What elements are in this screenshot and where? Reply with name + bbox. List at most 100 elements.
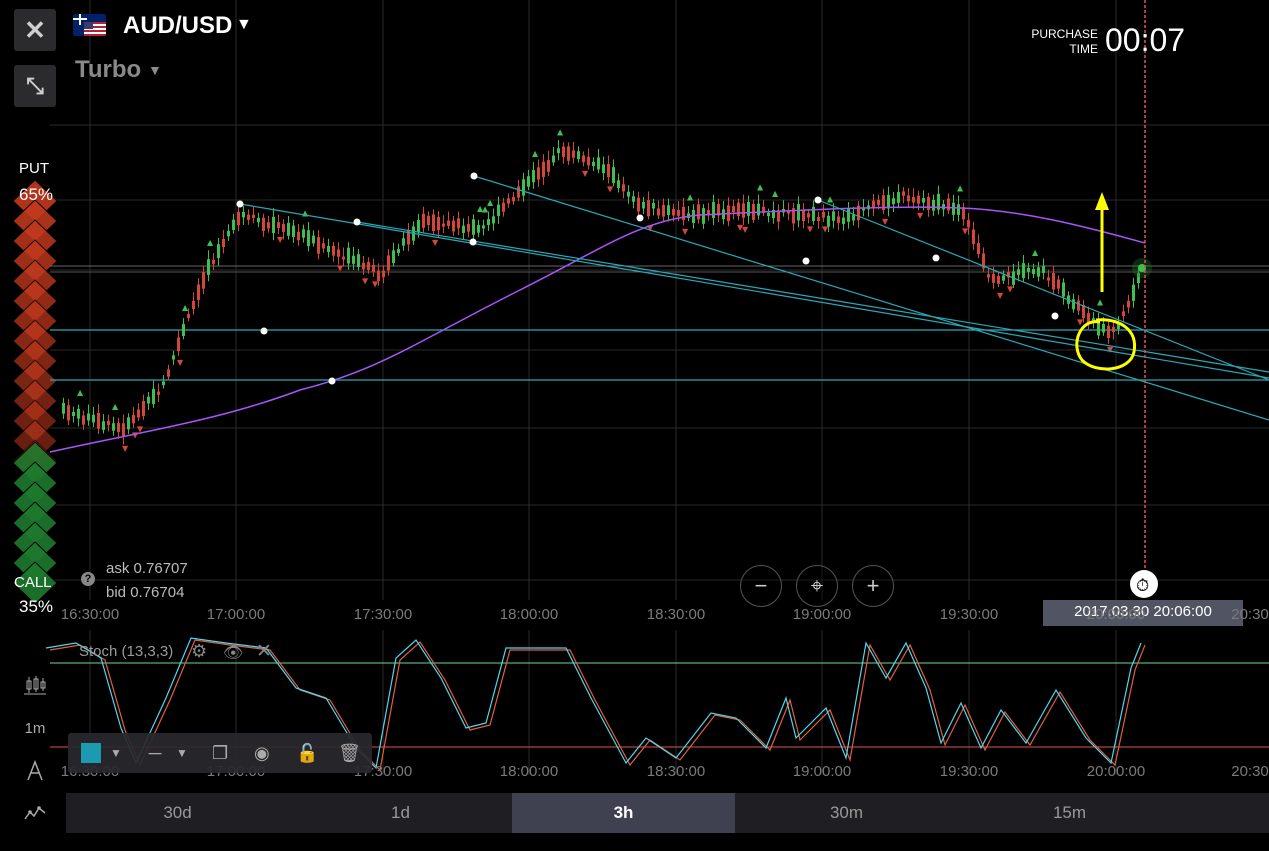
main-axis-time-label: 20:30 (1231, 606, 1269, 623)
period-selector: 30d 1d 3h 30m 15m (66, 793, 1269, 833)
candle (802, 209, 805, 222)
candle (1077, 300, 1080, 311)
unlock-icon[interactable]: 🔓 (296, 741, 318, 765)
candle (917, 195, 920, 204)
asset-pair-title[interactable]: AUD/USD (123, 12, 232, 40)
fractal-marker: ▲ (827, 195, 834, 204)
candle (912, 196, 915, 203)
candle (1047, 277, 1050, 281)
candle (212, 259, 215, 264)
candle (837, 216, 840, 223)
candle (602, 164, 605, 174)
fractal-marker: ▲ (487, 198, 494, 207)
copy-icon[interactable]: ❐ (212, 741, 228, 765)
close-icon[interactable]: ✕ (256, 640, 272, 663)
drawing-tools-icon[interactable] (20, 756, 50, 786)
indicators-icon[interactable] (20, 798, 50, 828)
trend-line-anchor (802, 257, 810, 265)
period-tab-1d[interactable]: 1d (289, 793, 512, 833)
candle (672, 209, 675, 216)
candle (567, 146, 570, 161)
candle-interval-button[interactable]: 1m (20, 713, 50, 743)
chevron-down-icon[interactable]: ▼ (236, 16, 252, 34)
candle (262, 217, 265, 232)
line-color-swatch[interactable] (81, 743, 101, 763)
candle (147, 396, 150, 404)
candle (182, 323, 185, 336)
chevron-down-icon[interactable]: ▼ (176, 741, 188, 765)
candlestick-type-icon[interactable] (20, 670, 50, 700)
stoch-axis-time-label: 18:00:00 (499, 763, 559, 780)
candle (452, 220, 455, 232)
candle (392, 250, 395, 264)
recenter-button[interactable]: ⌖ (796, 565, 838, 607)
aud-usd-flag-icon (73, 14, 106, 36)
candle (767, 212, 770, 217)
close-button[interactable]: ✕ (14, 9, 56, 51)
help-icon[interactable]: ? (81, 572, 95, 586)
candle (322, 243, 325, 249)
eye-icon[interactable]: ◉ (254, 741, 270, 765)
eye-icon[interactable]: 👁 (223, 643, 243, 663)
period-tab-15m[interactable]: 15m (958, 793, 1181, 833)
candle (562, 146, 565, 158)
candle (237, 211, 240, 226)
period-tab-30d[interactable]: 30d (66, 793, 289, 833)
candle (1122, 311, 1125, 317)
candle (282, 223, 285, 232)
fractal-marker: ▼ (882, 217, 889, 226)
candle (297, 231, 300, 241)
candle (177, 337, 180, 352)
candle (102, 421, 105, 430)
candle (292, 225, 295, 238)
candle (472, 219, 475, 235)
line-style-icon[interactable]: ─ (146, 741, 164, 765)
minus-icon: − (754, 573, 768, 598)
candle (357, 254, 360, 268)
stoch-axis-time-label: 20:30 (1231, 763, 1269, 780)
candle (152, 388, 155, 404)
candle (642, 201, 645, 209)
candle (547, 159, 550, 172)
zoom-in-button[interactable]: + (852, 565, 894, 607)
candle (1032, 269, 1035, 275)
candle (557, 148, 560, 154)
zoom-out-button[interactable]: − (740, 565, 782, 607)
candle (227, 230, 230, 237)
candle (1057, 279, 1060, 289)
candle (622, 184, 625, 192)
fractal-marker: ▼ (807, 224, 814, 233)
collapse-button[interactable]: ⤡ (14, 65, 56, 107)
candle (887, 194, 890, 209)
trend-line-anchor (353, 218, 361, 226)
fractal-marker: ▲ (182, 303, 189, 312)
candle (87, 413, 90, 421)
purchase-time-label: PURCHASE TIME (1031, 27, 1098, 56)
main-axis-time-label: 16:30:00 (60, 606, 120, 623)
candle (467, 224, 470, 232)
fractal-marker: ▲ (532, 149, 539, 158)
option-mode-selector[interactable]: Turbo (75, 56, 141, 84)
chevron-down-icon[interactable]: ▼ (148, 62, 162, 78)
candle (657, 208, 660, 216)
main-axis-time-label: 17:30:00 (353, 606, 413, 623)
candle (477, 224, 480, 233)
candle (1037, 267, 1040, 277)
candle (312, 235, 315, 244)
gear-icon[interactable]: ⚙ (191, 641, 207, 662)
candle (377, 270, 380, 281)
candle (582, 155, 585, 163)
period-tab-3h[interactable]: 3h (512, 793, 735, 833)
trend-line-anchor (636, 214, 644, 222)
candle (332, 245, 335, 256)
candle (1102, 323, 1105, 333)
period-tab-30m[interactable]: 30m (735, 793, 958, 833)
candle (677, 209, 680, 216)
candle (922, 198, 925, 203)
candle (97, 412, 100, 429)
chevron-down-icon[interactable]: ▼ (110, 741, 122, 765)
trash-icon[interactable]: 🗑 (338, 741, 361, 765)
price-chart[interactable]: ▲▲▼▼▼▼▲▲ ▼▲▼▼ ▼▼▲▲▲▲▲▼▼▼ ▼▲▼▼▲▲▼ ▼▲▼▼▲▼▼▼▲▼▲… (0, 0, 1269, 851)
candle (907, 195, 910, 202)
candle (487, 219, 490, 226)
